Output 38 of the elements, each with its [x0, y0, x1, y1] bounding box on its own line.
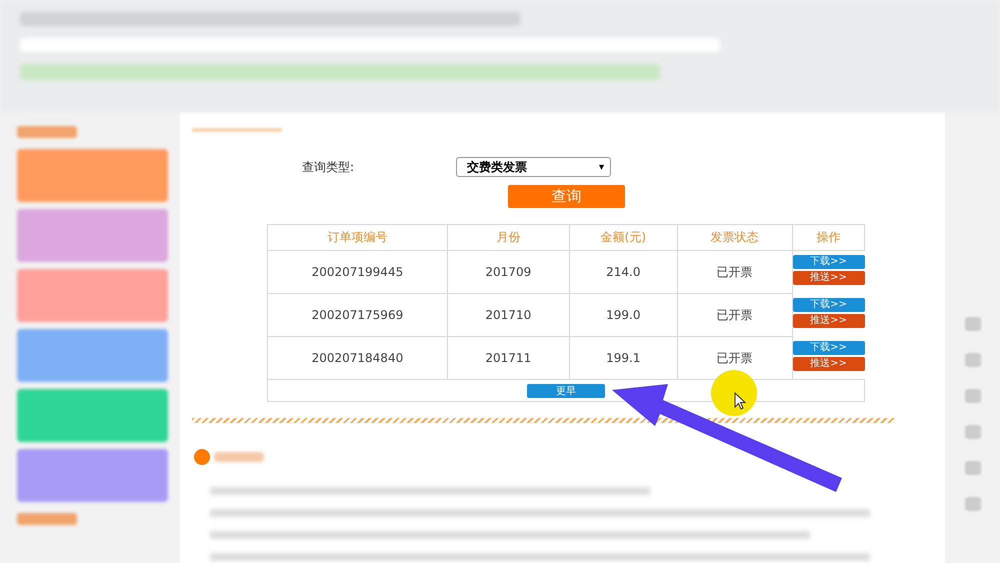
section-dot-icon	[194, 449, 210, 465]
table-cell: 201710	[447, 294, 570, 336]
table-cell: 214.0	[569, 250, 678, 294]
table-cell: 200207175969	[268, 294, 448, 336]
download-button[interactable]: 下载>>	[792, 340, 864, 354]
download-button[interactable]: 下载>>	[792, 255, 864, 269]
query-button[interactable]: 查询	[508, 185, 625, 208]
query-type-select[interactable]: 交费类发票 ▾	[456, 157, 611, 177]
blurred-section-title	[214, 452, 264, 462]
push-button[interactable]: 推送>>	[792, 356, 864, 370]
table-cell: 201709	[447, 250, 570, 294]
table-cell: 199.1	[569, 336, 678, 380]
table-cell: 已开票	[677, 250, 792, 294]
push-button[interactable]: 推送>>	[792, 314, 864, 328]
column-header: 操作	[792, 224, 864, 250]
push-button[interactable]: 推送>>	[792, 271, 864, 285]
earlier-button[interactable]: 更早	[527, 384, 605, 398]
column-header: 发票状态	[677, 224, 792, 250]
cursor-icon	[734, 392, 746, 410]
column-header: 月份	[447, 224, 570, 250]
table-cell: 200207199445	[268, 250, 448, 294]
download-button[interactable]: 下载>>	[792, 298, 864, 312]
column-header: 金额(元)	[569, 224, 678, 250]
blurred-sidebar-card[interactable]	[17, 209, 168, 262]
blurred-sidebar-card[interactable]	[17, 389, 168, 442]
blurred-sidebar-card[interactable]	[17, 149, 168, 202]
caret-icon: ▾	[598, 162, 604, 172]
table-cell: 201711	[447, 336, 570, 380]
table-cell: 199.0	[569, 294, 678, 336]
blurred-sidebar-card[interactable]	[17, 269, 168, 322]
blurred-sidebar-heading	[17, 513, 77, 525]
table-cell: 200207184840	[268, 336, 448, 380]
blurred-sidebar-card[interactable]	[17, 329, 168, 382]
blurred-sidebar-card[interactable]	[17, 449, 168, 502]
query-type-label: 查询类型:	[302, 158, 356, 176]
table-cell: 已开票	[677, 294, 792, 336]
blurred-sidebar-heading	[17, 126, 77, 138]
column-header: 订单项编号	[268, 224, 448, 250]
